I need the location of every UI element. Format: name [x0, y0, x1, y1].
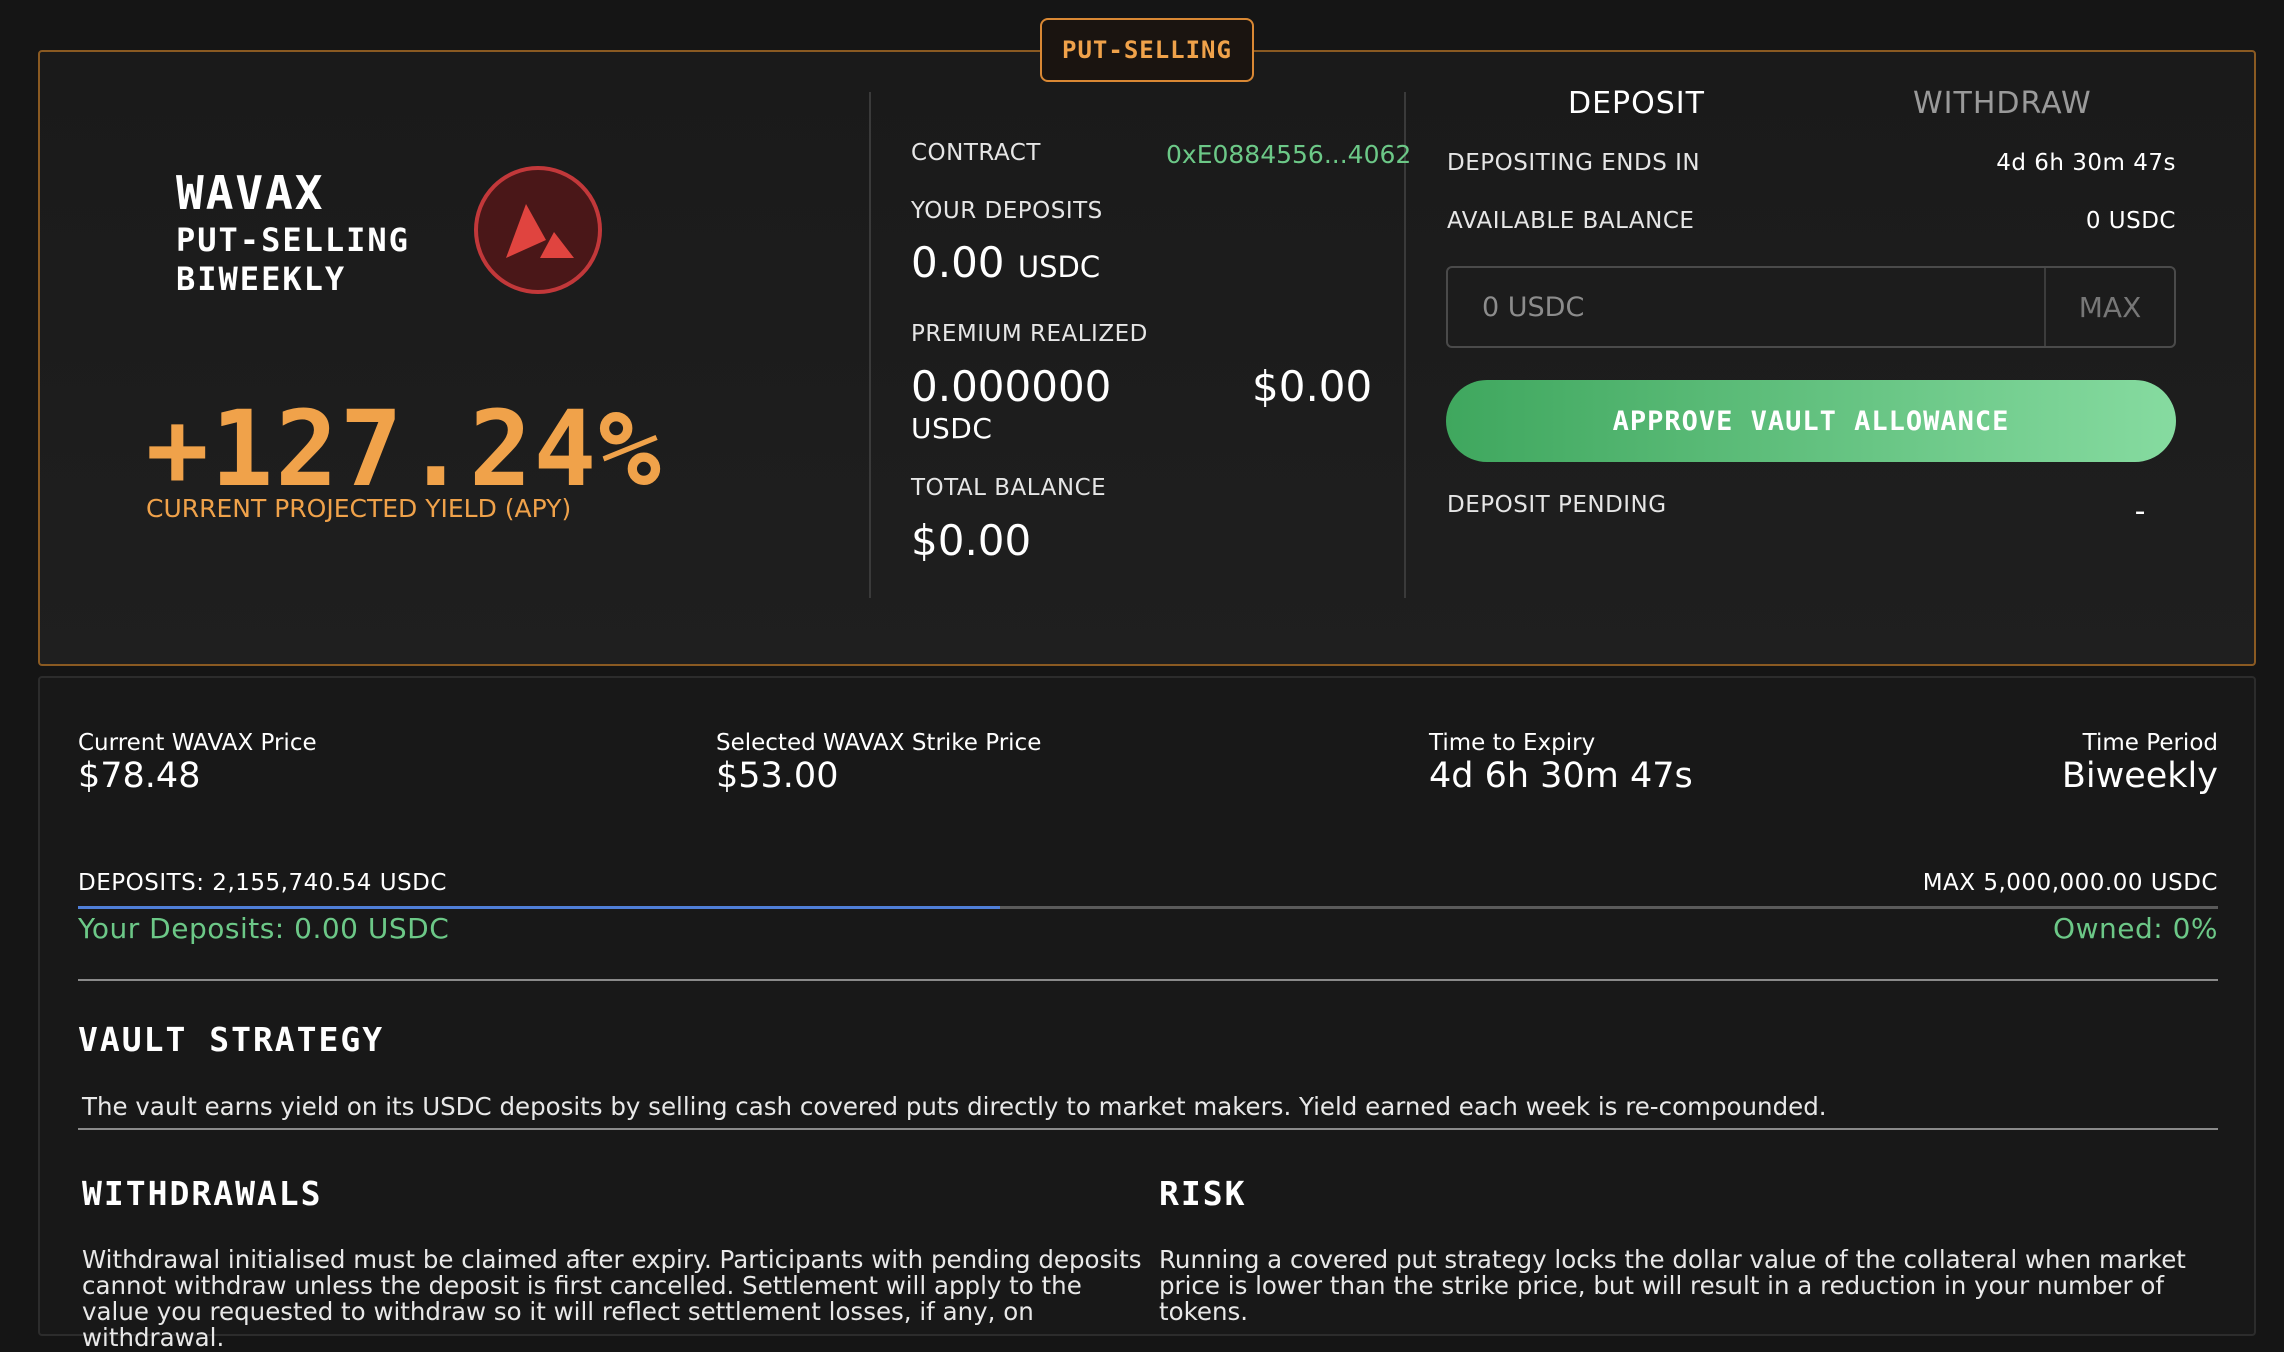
withdrawals-title: WITHDRAWALS: [82, 1174, 323, 1213]
strike-price-label: Selected WAVAX Strike Price: [716, 730, 1042, 756]
max-button[interactable]: MAX: [2044, 268, 2174, 346]
vault-strategy-name: PUT-SELLING: [176, 221, 410, 260]
vault-name: WAVAX PUT-SELLING BIWEEKLY: [176, 166, 410, 298]
deposit-pending-value: -: [2134, 494, 2146, 529]
owned-share-text: Owned: 0%: [2053, 912, 2218, 945]
time-to-expiry-label: Time to Expiry: [1429, 730, 1596, 756]
deposit-amount-field: MAX: [1446, 266, 2176, 348]
tab-withdraw[interactable]: WITHDRAW: [1913, 86, 2092, 121]
vault-period-name: BIWEEKLY: [176, 259, 347, 298]
deposit-pending-label: DEPOSIT PENDING: [1447, 492, 1667, 518]
available-balance-label: AVAILABLE BALANCE: [1447, 208, 1695, 234]
avalanche-logo-icon: [474, 166, 602, 294]
vault-details-card: [38, 676, 2256, 1336]
time-period-value: Biweekly: [2061, 756, 2218, 796]
approve-vault-allowance-button[interactable]: APPROVE VAULT ALLOWANCE: [1446, 380, 2176, 462]
your-deposits-unit: USDC: [1017, 250, 1101, 284]
available-balance-value: 0 USDC: [2085, 208, 2176, 234]
section-divider: [78, 1128, 2218, 1130]
total-deposits-text: DEPOSITS: 2,155,740.54 USDC: [78, 870, 447, 896]
depositing-ends-value: 4d 6h 30m 47s: [1996, 150, 2176, 176]
premium-realized-value: 0.000000: [911, 362, 1112, 411]
contract-address-link[interactable]: 0xE0884556...4062: [1166, 140, 1411, 169]
premium-realized-label: PREMIUM REALIZED: [911, 321, 1148, 347]
your-deposits-amount: 0.00: [911, 238, 1005, 287]
your-deposits-value: 0.00 USDC: [911, 238, 1100, 287]
current-price-label: Current WAVAX Price: [78, 730, 317, 756]
vault-summary-card: [38, 50, 2256, 666]
premium-realized-unit: USDC: [911, 412, 993, 445]
strike-price-value: $53.00: [716, 756, 839, 796]
deposit-amount-input[interactable]: [1448, 268, 2048, 346]
capacity-progress-bar: [78, 906, 2218, 909]
max-capacity-text: MAX 5,000,000.00 USDC: [1922, 870, 2218, 896]
risk-text: Running a covered put strategy locks the…: [1159, 1245, 2186, 1326]
vault-strategy-title: VAULT STRATEGY: [78, 1020, 385, 1059]
contract-label: CONTRACT: [911, 140, 1041, 166]
section-divider: [78, 979, 2218, 981]
apy-label: CURRENT PROJECTED YIELD (APY): [146, 494, 572, 523]
vault-asset-name: WAVAX: [176, 166, 325, 220]
withdrawals-text: Withdrawal initialised must be claimed a…: [82, 1245, 1142, 1352]
your-deposits-label: YOUR DEPOSITS: [911, 198, 1103, 224]
risk-title: RISK: [1159, 1174, 1247, 1213]
apy-value: +127.24%: [146, 388, 663, 510]
tab-deposit[interactable]: DEPOSIT: [1568, 86, 1705, 121]
depositing-ends-label: DEPOSITING ENDS IN: [1447, 150, 1701, 176]
current-price-value: $78.48: [78, 756, 201, 796]
capacity-progress-fill: [78, 906, 1001, 909]
time-to-expiry-value: 4d 6h 30m 47s: [1429, 756, 1693, 796]
column-divider: [869, 92, 871, 598]
premium-realized-usd: $0.00: [1252, 362, 1373, 411]
put-selling-badge: PUT-SELLING: [1040, 18, 1254, 82]
total-balance-label: TOTAL BALANCE: [911, 475, 1107, 501]
your-deposits-share-text: Your Deposits: 0.00 USDC: [78, 912, 450, 945]
vault-strategy-text: The vault earns yield on its USDC deposi…: [82, 1092, 1827, 1121]
time-period-label: Time Period: [2082, 730, 2218, 756]
total-balance-value: $0.00: [911, 516, 1032, 565]
